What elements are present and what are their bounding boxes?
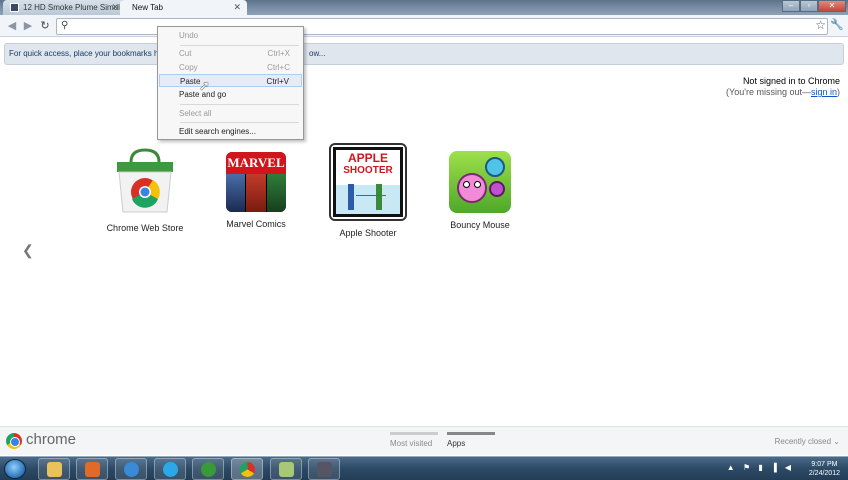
window-controls: – ▫ ✕ — [782, 0, 846, 12]
mouse-cursor-icon: ➚ — [199, 78, 210, 93]
tab-strip: 12 HD Smoke Plume Simulat ✕ New Tab ✕ – … — [0, 0, 848, 15]
clock-date: 2/24/2012 — [808, 470, 840, 477]
app-label: Apple Shooter — [339, 228, 397, 238]
apple-shooter-title-1: APPLE — [347, 151, 388, 165]
tab-title: New Tab — [132, 3, 163, 12]
previous-page-arrow-icon[interactable]: ❮ — [22, 242, 34, 259]
menu-separator — [180, 104, 299, 105]
app-chrome-web-store[interactable]: Chrome Web Store — [95, 148, 195, 233]
marvel-comics-icon: MARVEL — [226, 152, 286, 212]
menu-item-paste[interactable]: Paste Ctrl+V — [159, 74, 302, 87]
menu-separator — [180, 122, 299, 123]
page-favicon-icon — [10, 3, 19, 12]
clock[interactable]: 9:07 PM 2/24/2012 — [809, 460, 840, 478]
menu-item-copy[interactable]: Copy Ctrl+C — [159, 61, 302, 74]
bookmarks-bar-message: For quick access, place your bookmarks h… — [9, 49, 170, 58]
skype-icon[interactable] — [154, 458, 186, 480]
recently-closed-menu[interactable]: Recently closed ⌄ — [775, 437, 840, 446]
tab-close-icon[interactable]: ✕ — [233, 0, 241, 15]
menu-item-select-all[interactable]: Select all — [159, 107, 302, 120]
utorrent-icon[interactable] — [192, 458, 224, 480]
wrench-menu-icon[interactable]: 🔧 — [830, 18, 844, 31]
ie-icon[interactable] — [115, 458, 147, 480]
signin-status: Not signed in to Chrome — [742, 76, 840, 86]
explorer-icon[interactable] — [38, 458, 70, 480]
chrome-brand-text: chrome — [26, 431, 77, 448]
signin-hint: (You're missing out—sign in) — [726, 87, 840, 97]
menu-item-paste-and-go[interactable]: Paste and go — [159, 88, 302, 101]
chrome-logo-icon — [6, 433, 22, 449]
browser-toolbar: ◀ ▶ ↻ ⚲ ☆ 🔧 — [0, 15, 848, 37]
menu-item-cut[interactable]: Cut Ctrl+X — [159, 47, 302, 60]
bookmarks-bar: For quick access, place your bookmarks h… — [4, 43, 844, 65]
clock-time: 9:07 PM — [811, 461, 838, 468]
app-label: Chrome Web Store — [106, 223, 184, 233]
tab-most-visited[interactable]: Most visited — [390, 432, 438, 448]
minimize-button[interactable]: – — [782, 0, 800, 12]
media-player-icon[interactable] — [76, 458, 108, 480]
start-button[interactable] — [4, 459, 26, 479]
app-apple-shooter[interactable]: APPLE SHOOTER Apple Shooter — [318, 143, 418, 238]
menu-item-edit-search-engines[interactable]: Edit search engines... — [159, 125, 302, 138]
app-label: Bouncy Mouse — [450, 220, 510, 230]
search-icon: ⚲ — [61, 20, 69, 31]
windows-taskbar: ▲ ⚑ ▮ ▐ ◀ 9:07 PM 2/24/2012 — [0, 456, 848, 480]
bouncy-mouse-icon — [449, 151, 511, 213]
apple-shooter-icon: APPLE SHOOTER — [329, 143, 407, 221]
tab-close-icon[interactable]: ✕ — [111, 0, 119, 15]
app-bouncy-mouse[interactable]: Bouncy Mouse — [430, 148, 530, 230]
system-tray-icons[interactable]: ▲ ⚑ ▮ ▐ ◀ — [727, 463, 794, 472]
menu-separator — [180, 45, 299, 46]
app-label: Marvel Comics — [226, 219, 286, 229]
back-button[interactable]: ◀ — [4, 18, 20, 34]
close-window-button[interactable]: ✕ — [818, 0, 846, 12]
signin-promo: Not signed in to Chrome (You're missing … — [726, 76, 840, 97]
tab-smoke-plume[interactable]: 12 HD Smoke Plume Simulat ✕ — [3, 0, 125, 15]
forward-button[interactable]: ▶ — [20, 18, 36, 34]
import-bookmarks-link[interactable]: ow... — [309, 49, 325, 58]
app-marvel-comics[interactable]: MARVEL Marvel Comics — [206, 148, 306, 229]
reload-button[interactable]: ↻ — [37, 18, 53, 34]
chrome-web-store-icon — [113, 148, 177, 216]
signin-link[interactable]: sign in — [811, 87, 837, 97]
tab-title: 12 HD Smoke Plume Simulat — [23, 3, 125, 12]
bookmark-star-icon[interactable]: ☆ — [815, 18, 826, 32]
marvel-logo-text: MARVEL — [226, 152, 286, 174]
ntp-footer: chrome Most visited Apps Recently closed… — [0, 426, 848, 455]
chrome-icon[interactable] — [231, 458, 263, 480]
context-menu: Undo Cut Ctrl+X Copy Ctrl+C Paste Ctrl+V Pa… — [157, 26, 304, 140]
menu-item-undo[interactable]: Undo — [159, 29, 302, 42]
apple-shooter-title-2: SHOOTER — [343, 165, 393, 176]
maximize-button[interactable]: ▫ — [800, 0, 818, 12]
tab-new-tab[interactable]: New Tab ✕ — [120, 0, 247, 15]
notepad-icon[interactable] — [270, 458, 302, 480]
app-icon[interactable] — [308, 458, 340, 480]
tab-apps[interactable]: Apps — [447, 432, 495, 448]
